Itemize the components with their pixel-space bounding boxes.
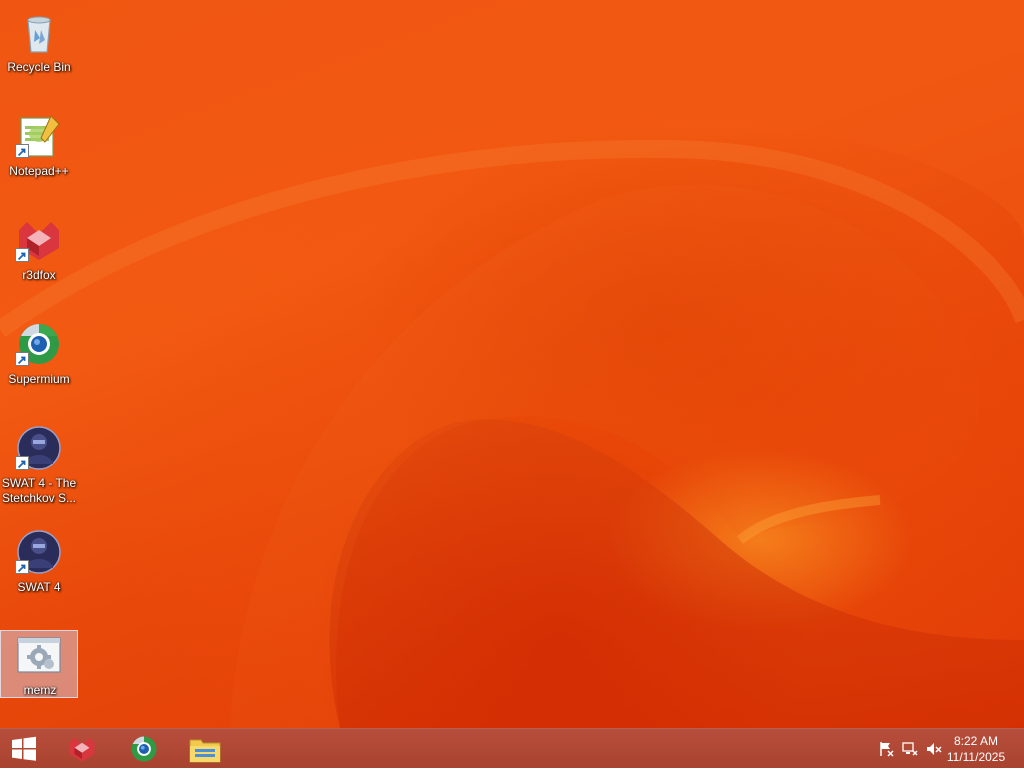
taskbar-clock[interactable]: 8:22 AM 11/11/2025 bbox=[940, 733, 1012, 765]
desktop-icon-memz[interactable]: memz bbox=[0, 630, 78, 698]
clock-time: 8:22 AM bbox=[953, 734, 999, 748]
shortcut-arrow-icon bbox=[15, 248, 29, 262]
taskbar-pinned-supermium[interactable] bbox=[114, 729, 174, 769]
wallpaper bbox=[0, 0, 1024, 728]
desktop-icon-swat4[interactable]: SWAT 4 bbox=[0, 524, 78, 594]
desktop-icon-supermium[interactable]: Supermium bbox=[0, 316, 78, 386]
clock-date: 11/11/2025 bbox=[946, 750, 1006, 764]
desktop-icon-label: r3dfox bbox=[22, 268, 56, 282]
desktop-icon-swat4-stetchkov[interactable]: SWAT 4 - The Stetchkov S... bbox=[0, 420, 78, 506]
desktop-icon-label: Recycle Bin bbox=[7, 60, 71, 74]
desktop-icon-label: SWAT 4 - The Stetchkov S... bbox=[1, 476, 77, 505]
taskbar-pinned-file-explorer[interactable] bbox=[175, 729, 235, 769]
system-tray: 8:22 AM 11/11/2025 bbox=[864, 729, 1024, 769]
action-center-flag-icon[interactable] bbox=[878, 741, 894, 757]
desktop-icon-label: Supermium bbox=[8, 372, 70, 386]
taskbar: 8:22 AM 11/11/2025 bbox=[0, 728, 1024, 768]
shortcut-arrow-icon bbox=[15, 352, 29, 366]
shortcut-arrow-icon bbox=[15, 144, 29, 158]
desktop[interactable]: Recycle Bin Notepad++ r3dfox Supermium S… bbox=[0, 0, 1024, 728]
start-button[interactable] bbox=[0, 729, 48, 769]
r3dfox-icon bbox=[69, 737, 95, 762]
file-explorer-icon bbox=[189, 739, 221, 763]
desktop-icon-label: memz bbox=[23, 683, 57, 697]
desktop-icon-recycle-bin[interactable]: Recycle Bin bbox=[0, 4, 78, 74]
desktop-icon-notepad-plus-plus[interactable]: Notepad++ bbox=[0, 108, 78, 178]
desktop-icon-label: Notepad++ bbox=[9, 164, 69, 178]
recycle-bin-icon bbox=[27, 16, 51, 53]
network-icon[interactable] bbox=[902, 741, 918, 757]
desktop-icon-label: SWAT 4 bbox=[17, 580, 61, 594]
shortcut-arrow-icon bbox=[15, 560, 29, 574]
windows-start-icon bbox=[12, 736, 36, 761]
taskbar-pinned-r3dfox[interactable] bbox=[52, 729, 112, 769]
desktop-icon-r3dfox[interactable]: r3dfox bbox=[0, 212, 78, 282]
shortcut-arrow-icon bbox=[15, 456, 29, 470]
memz-icon bbox=[17, 637, 61, 673]
supermium-icon bbox=[131, 736, 157, 762]
